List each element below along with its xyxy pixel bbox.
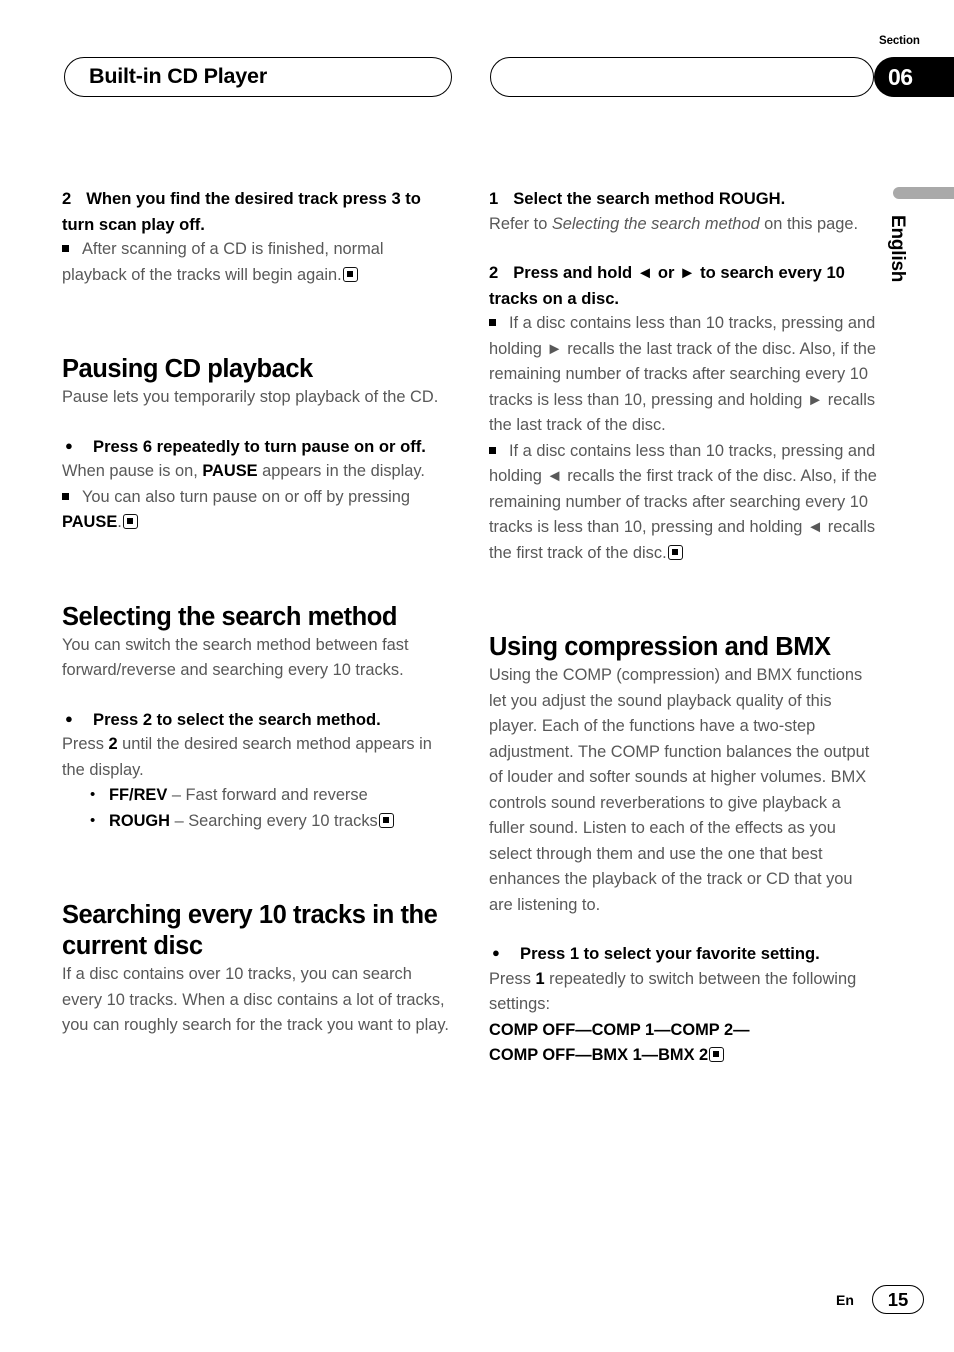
pausing-body-keyword: PAUSE xyxy=(202,462,258,480)
page-title: Built-in CD Player xyxy=(89,64,267,88)
pausing-body-c: appears in the display. xyxy=(257,462,425,480)
right-step-2-number: 2 xyxy=(489,263,499,282)
right-note-2: If a disc contains less than 10 tracks, … xyxy=(489,439,877,567)
compression-body: Press 1 repeatedly to switch between the… xyxy=(489,967,877,1018)
right-step-1-body-a: Refer to xyxy=(489,214,552,233)
right-step-1: 1 Select the search method ROUGH. xyxy=(489,186,877,212)
heading-searching-every-10-tracks: Searching every 10 tracks in the current… xyxy=(62,901,438,960)
selecting-body-a: Press xyxy=(62,735,109,753)
selecting-body: Press 2 until the desired search method … xyxy=(62,732,450,783)
right-note-2-text: If a disc contains less than 10 tracks, … xyxy=(489,441,877,562)
page-header: Built-in CD Player Section 06 xyxy=(0,35,954,99)
square-bullet-icon xyxy=(62,492,69,500)
selecting-option-rough: ROUGH – Searching every 10 tracks xyxy=(62,808,450,835)
end-mark-icon xyxy=(378,812,394,828)
heading-using-compression-bmx: Using compression and BMX xyxy=(489,633,831,661)
right-step-2-text: Press and hold ◄ or ► to search every 10… xyxy=(489,263,845,308)
right-column: 1 Select the search method ROUGH. Refer t… xyxy=(489,186,877,1069)
right-note-1: If a disc contains less than 10 tracks, … xyxy=(489,311,877,439)
right-step-1-body: Refer to Selecting the search method on … xyxy=(489,212,877,238)
pausing-note-keyword: PAUSE xyxy=(62,513,118,531)
footer-page-number: 15 xyxy=(872,1285,924,1314)
compression-body-c: repeatedly to switch between the followi… xyxy=(489,969,857,1014)
pausing-action: Press 6 repeatedly to turn pause on or o… xyxy=(62,433,450,460)
end-mark-icon xyxy=(342,266,358,282)
right-step-1-text: Select the search method ROUGH. xyxy=(513,189,786,208)
section-label: Section xyxy=(879,35,920,47)
right-step-1-number: 1 xyxy=(489,189,499,208)
selecting-action: Press 2 to select the search method. xyxy=(62,706,450,733)
pausing-note-c: . xyxy=(117,513,122,531)
footer-language-code: En xyxy=(836,1292,854,1308)
square-bullet-icon xyxy=(489,319,496,326)
header-empty-pill xyxy=(490,57,874,97)
left-step-2-note-text: After scanning of a CD is finished, norm… xyxy=(62,240,384,284)
square-bullet-icon xyxy=(62,245,69,252)
left-step-2-text: When you find the desired track press 3 … xyxy=(62,189,421,234)
end-mark-icon xyxy=(709,1047,725,1062)
pausing-body-a: When pause is on, xyxy=(62,462,203,480)
selecting-option-ffrev-text: – Fast forward and reverse xyxy=(167,786,368,804)
side-tab-bar xyxy=(893,187,954,199)
compression-settings-line-2: COMP OFF—BMX 1—BMX 2 xyxy=(489,1043,877,1069)
selecting-body-c: until the desired search method appears … xyxy=(62,735,432,779)
pausing-note-a: You can also turn pause on or off by pre… xyxy=(82,487,411,506)
selecting-option-rough-text: – Searching every 10 tracks xyxy=(170,811,378,830)
compression-intro: Using the COMP (compression) and BMX fun… xyxy=(489,666,870,914)
heading-selecting-search-method: Selecting the search method xyxy=(62,602,398,631)
heading-pausing-cd-playback: Pausing CD playback xyxy=(62,355,313,383)
left-step-2-note: After scanning of a CD is finished, norm… xyxy=(62,237,450,288)
left-step-2-number: 2 xyxy=(62,189,72,208)
left-column: 2 When you find the desired track press 3… xyxy=(62,186,450,1039)
compression-settings-line-2-text: COMP OFF—BMX 1—BMX 2 xyxy=(489,1046,709,1064)
end-mark-icon xyxy=(667,544,683,560)
selecting-option-ffrev-label: FF/REV xyxy=(109,786,168,804)
selecting-body-keyword: 2 xyxy=(108,735,118,753)
selecting-option-ffrev: FF/REV – Fast forward and reverse xyxy=(62,782,450,809)
side-tab-language-label: English xyxy=(887,215,908,283)
header-title-pill: Built-in CD Player xyxy=(64,57,452,97)
compression-action: Press 1 to select your favorite setting. xyxy=(489,940,877,967)
left-step-2: 2 When you find the desired track press 3… xyxy=(62,186,450,237)
pausing-intro: Pause lets you temporarily stop playback… xyxy=(62,388,439,406)
square-bullet-icon xyxy=(489,446,496,454)
selecting-option-rough-label: ROUGH xyxy=(109,811,171,830)
section-number-badge: 06 xyxy=(874,57,954,97)
right-note-1-text: If a disc contains less than 10 tracks, … xyxy=(489,314,877,434)
compression-body-keyword: 1 xyxy=(535,969,545,988)
right-step-1-body-b: on this page. xyxy=(759,214,859,233)
compression-settings-line-1: COMP OFF—COMP 1—COMP 2— xyxy=(489,1020,750,1039)
right-step-1-body-italic: Selecting the search method xyxy=(551,214,760,233)
selecting-intro: You can switch the search method between… xyxy=(62,635,409,680)
pausing-note: You can also turn pause on or off by pre… xyxy=(62,485,450,536)
compression-body-a: Press xyxy=(489,969,536,988)
searching-intro: If a disc contains over 10 tracks, you c… xyxy=(62,965,449,1034)
end-mark-icon xyxy=(122,514,138,529)
pausing-body: When pause is on, PAUSE appears in the d… xyxy=(62,459,450,485)
right-step-2: 2 Press and hold ◄ or ► to search every 1… xyxy=(489,260,877,311)
